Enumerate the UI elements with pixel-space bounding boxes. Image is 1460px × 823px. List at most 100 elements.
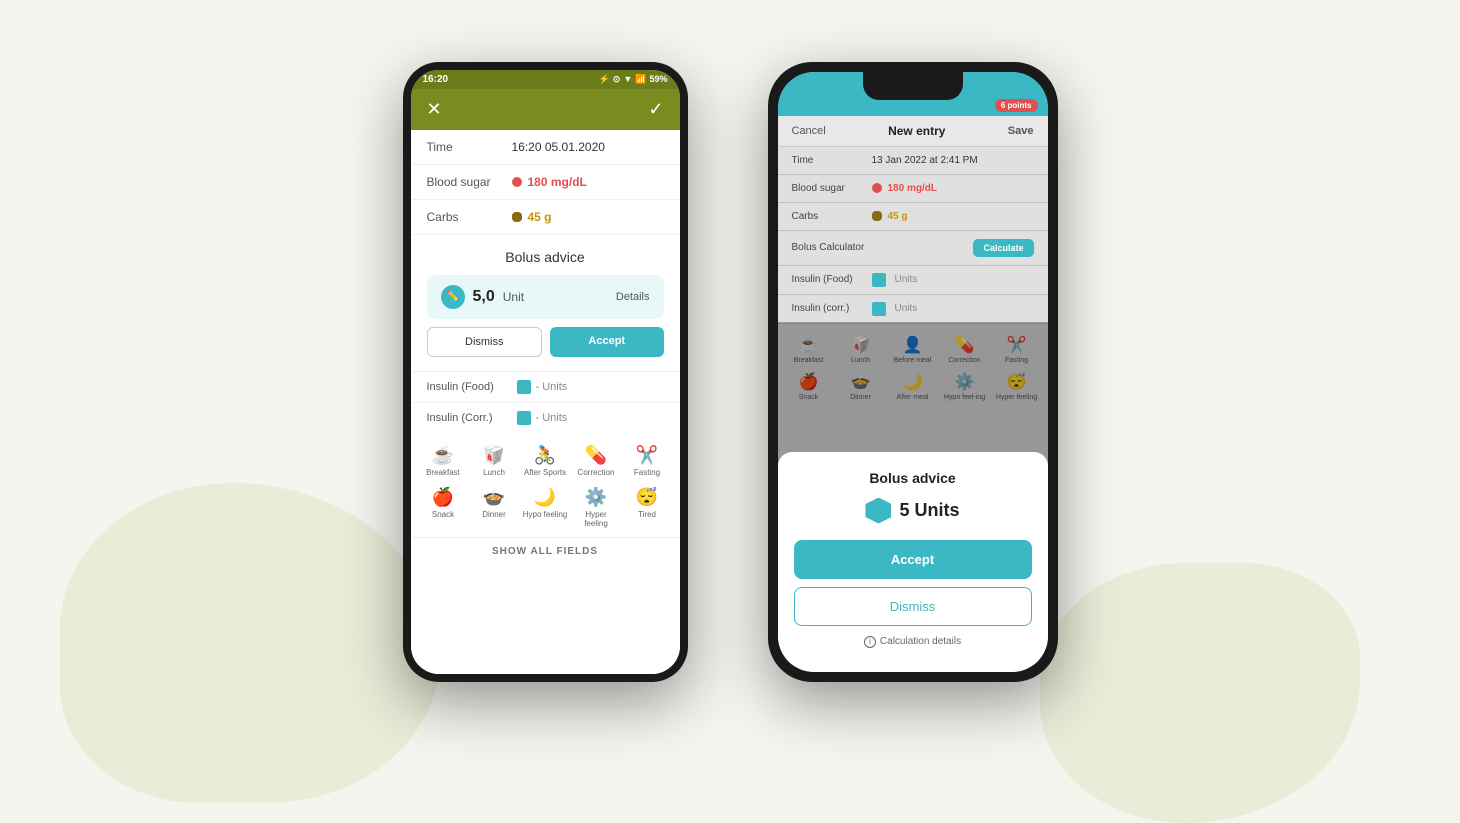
insulin-corr-label: Insulin (Corr.) xyxy=(427,412,517,424)
bluetooth-icon: ⚡ xyxy=(599,74,610,85)
ios-insulin-food-label: Insulin (Food) xyxy=(792,274,872,285)
modal-accept-button[interactable]: Accept xyxy=(794,540,1032,579)
activity-lunch[interactable]: 🥡 Lunch xyxy=(470,441,519,482)
ios-carbs-label: Carbs xyxy=(792,211,872,222)
hyper-icon: ⚙️ xyxy=(585,487,607,508)
breakfast-icon: ☕ xyxy=(432,445,454,466)
ios-insulin-food-value[interactable]: Units xyxy=(895,274,918,285)
accept-button[interactable]: Accept xyxy=(550,327,664,357)
ios-carbs-field-row: Carbs 45 g xyxy=(778,203,1048,231)
insulin-food-row: Insulin (Food) - Units xyxy=(411,371,680,402)
wifi-icon: 📶 xyxy=(635,74,646,85)
activity-breakfast[interactable]: ☕ Breakfast xyxy=(419,441,468,482)
blood-sugar-indicator xyxy=(512,177,522,187)
background-blob-right xyxy=(1040,563,1360,823)
activity-fasting[interactable]: ✂️ Fasting xyxy=(623,441,672,482)
hyper-label: Hyper feeling xyxy=(574,511,619,529)
ios-notch xyxy=(863,72,963,100)
android-screen: 16:20 ⚡ ⊙ ▼ 📶 59% ✕ ✓ Time 16:20 xyxy=(411,70,680,674)
ios-blood-sugar-value[interactable]: 180 mg/dL xyxy=(888,183,937,194)
insulin-corr-value[interactable]: - Units xyxy=(536,412,568,424)
signal-icon: ▼ xyxy=(623,74,632,84)
bolus-advice-section: Bolus advice ✏️ 5,0 Unit Details Dismiss… xyxy=(411,235,680,371)
android-time: 16:20 xyxy=(423,74,449,85)
snack-icon: 🍎 xyxy=(432,487,454,508)
lunch-icon: 🥡 xyxy=(483,445,505,466)
bolus-advice-card: ✏️ 5,0 Unit Details xyxy=(427,275,664,319)
blood-sugar-label: Blood sugar xyxy=(427,175,512,189)
activity-dinner[interactable]: 🍲 Dinner xyxy=(470,483,519,533)
ios-time-value[interactable]: 13 Jan 2022 at 2:41 PM xyxy=(872,155,978,166)
bolus-unit: Unit xyxy=(503,290,524,304)
ios-bolus-modal: Bolus advice 5 Units Accept Dismiss i Ca… xyxy=(778,452,1048,672)
correction-label: Correction xyxy=(578,469,615,478)
activity-tired[interactable]: 😴 Tired xyxy=(623,483,672,533)
modal-units: 5 Units xyxy=(794,498,1032,524)
ios-bolus-calc-row: Bolus Calculator Calculate xyxy=(778,231,1048,266)
ios-insulin-corr-label: Insulin (corr.) xyxy=(792,303,872,314)
activity-after-sports[interactable]: 🚴 After Sports xyxy=(521,441,570,482)
ios-time-field-row: Time 13 Jan 2022 at 2:41 PM xyxy=(778,147,1048,175)
info-icon: i xyxy=(864,636,876,648)
bolus-actions: Dismiss Accept xyxy=(427,327,664,357)
phones-container: 16:20 ⚡ ⊙ ▼ 📶 59% ✕ ✓ Time 16:20 xyxy=(403,62,1058,682)
blood-sugar-value[interactable]: 180 mg/dL xyxy=(528,175,587,189)
save-button[interactable]: Save xyxy=(1008,125,1034,137)
ios-calculate-button[interactable]: Calculate xyxy=(973,239,1033,257)
dismiss-button[interactable]: Dismiss xyxy=(427,327,543,357)
blood-sugar-field-row: Blood sugar 180 mg/dL xyxy=(411,165,680,200)
ios-insulin-corr-indicator xyxy=(872,302,886,316)
android-phone: 16:20 ⚡ ⊙ ▼ 📶 59% ✕ ✓ Time 16:20 xyxy=(403,62,688,682)
background-blob-left xyxy=(60,483,440,803)
bolus-advice-title: Bolus advice xyxy=(427,249,664,265)
carbs-indicator xyxy=(512,212,522,222)
show-all-fields[interactable]: SHOW ALL FIELDS xyxy=(411,537,680,565)
modal-calc-link[interactable]: i Calculation details xyxy=(794,636,1032,648)
insulin-food-indicator xyxy=(517,380,531,394)
calc-details-label: Calculation details xyxy=(880,636,961,647)
activity-correction[interactable]: 💊 Correction xyxy=(572,441,621,482)
modal-units-text: 5 Units xyxy=(899,500,959,521)
bolus-icon: ✏️ xyxy=(441,285,465,309)
snack-label: Snack xyxy=(432,511,454,520)
breakfast-label: Breakfast xyxy=(426,469,460,478)
confirm-button[interactable]: ✓ xyxy=(648,99,663,120)
insulin-food-value[interactable]: - Units xyxy=(536,381,568,393)
bolus-left: ✏️ 5,0 Unit xyxy=(441,285,525,309)
ios-screen: 6 points Cancel New entry Save Time 13 J… xyxy=(778,72,1048,672)
cancel-button[interactable]: Cancel xyxy=(792,125,826,137)
activity-snack[interactable]: 🍎 Snack xyxy=(419,483,468,533)
ios-blood-sugar-label: Blood sugar xyxy=(792,183,872,194)
fasting-label: Fasting xyxy=(634,469,660,478)
modal-title: Bolus advice xyxy=(794,470,1032,486)
dinner-icon: 🍲 xyxy=(483,487,505,508)
time-label: Time xyxy=(427,140,512,154)
bolus-details-link[interactable]: Details xyxy=(616,291,650,303)
carbs-label: Carbs xyxy=(427,210,512,224)
insulin-corr-indicator xyxy=(517,411,531,425)
close-button[interactable]: ✕ xyxy=(427,99,442,120)
ios-nav-bar: Cancel New entry Save xyxy=(778,116,1048,147)
after-sports-icon: 🚴 xyxy=(534,445,556,466)
ios-carbs-value[interactable]: 45 g xyxy=(888,211,908,222)
insulin-corr-row: Insulin (Corr.) - Units xyxy=(411,402,680,433)
ios-modal-overlay: Bolus advice 5 Units Accept Dismiss i Ca… xyxy=(778,322,1048,672)
ios-blood-sugar-field-row: Blood sugar 180 mg/dL xyxy=(778,175,1048,203)
time-value[interactable]: 16:20 05.01.2020 xyxy=(512,140,605,154)
ios-insulin-corr-value[interactable]: Units xyxy=(895,303,918,314)
correction-icon: 💊 xyxy=(585,445,607,466)
bolus-amount: 5,0 xyxy=(473,288,495,306)
activity-hypo[interactable]: 🌙 Hypo feeling xyxy=(521,483,570,533)
ios-time-label: Time xyxy=(792,155,872,166)
nav-title: New entry xyxy=(888,124,945,138)
modal-dismiss-button[interactable]: Dismiss xyxy=(794,587,1032,626)
carbs-value[interactable]: 45 g xyxy=(528,210,552,224)
time-field-row: Time 16:20 05.01.2020 xyxy=(411,130,680,165)
ios-blood-sugar-indicator xyxy=(872,183,882,193)
after-sports-label: After Sports xyxy=(524,469,566,478)
activity-hyper[interactable]: ⚙️ Hyper feeling xyxy=(572,483,621,533)
battery-icon: 59% xyxy=(649,74,667,84)
android-content: Time 16:20 05.01.2020 Blood sugar 180 mg… xyxy=(411,130,680,674)
android-activities-grid: ☕ Breakfast 🥡 Lunch 🚴 After Sports 💊 Cor… xyxy=(411,433,680,537)
ios-phone: 6 points Cancel New entry Save Time 13 J… xyxy=(768,62,1058,682)
